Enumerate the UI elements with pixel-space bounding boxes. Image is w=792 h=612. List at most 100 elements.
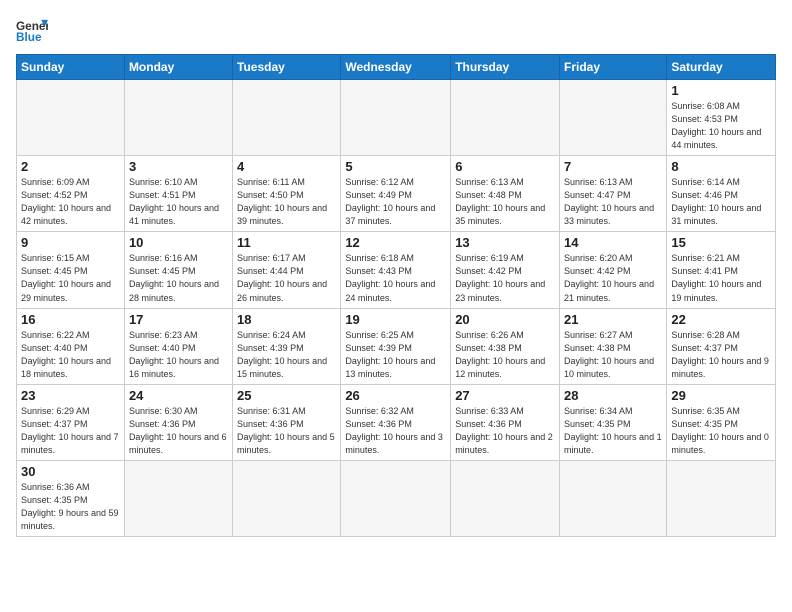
logo: General Blue xyxy=(16,16,52,44)
calendar-table: SundayMondayTuesdayWednesdayThursdayFrid… xyxy=(16,54,776,537)
weekday-header-sunday: Sunday xyxy=(17,55,125,80)
weekday-header-saturday: Saturday xyxy=(667,55,776,80)
svg-text:Blue: Blue xyxy=(16,31,42,44)
calendar-cell xyxy=(233,460,341,536)
day-info: Sunrise: 6:31 AM Sunset: 4:36 PM Dayligh… xyxy=(237,405,336,457)
day-number: 28 xyxy=(564,388,662,403)
day-info: Sunrise: 6:15 AM Sunset: 4:45 PM Dayligh… xyxy=(21,252,120,304)
day-info: Sunrise: 6:26 AM Sunset: 4:38 PM Dayligh… xyxy=(455,329,555,381)
calendar-cell xyxy=(560,460,667,536)
calendar-cell: 9 Sunrise: 6:15 AM Sunset: 4:45 PM Daylig… xyxy=(17,232,125,308)
calendar-cell: 8 Sunrise: 6:14 AM Sunset: 4:46 PM Daylig… xyxy=(667,156,776,232)
day-info: Sunrise: 6:17 AM Sunset: 4:44 PM Dayligh… xyxy=(237,252,336,304)
calendar-cell: 10 Sunrise: 6:16 AM Sunset: 4:45 PM Dayli… xyxy=(124,232,232,308)
weekday-header-wednesday: Wednesday xyxy=(341,55,451,80)
calendar-week-row: 2 Sunrise: 6:09 AM Sunset: 4:52 PM Daylig… xyxy=(17,156,776,232)
calendar-cell: 12Sunrise: 6:18 AM Sunset: 4:43 PM Dayli… xyxy=(341,232,451,308)
calendar-week-row: 9 Sunrise: 6:15 AM Sunset: 4:45 PM Daylig… xyxy=(17,232,776,308)
day-number: 3 xyxy=(129,159,228,174)
day-info: Sunrise: 6:25 AM Sunset: 4:39 PM Dayligh… xyxy=(345,329,446,381)
calendar-cell xyxy=(124,460,232,536)
day-info: Sunrise: 6:34 AM Sunset: 4:35 PM Dayligh… xyxy=(564,405,662,457)
calendar-cell: 11 Sunrise: 6:17 AM Sunset: 4:44 PM Dayli… xyxy=(233,232,341,308)
day-info: Sunrise: 6:16 AM Sunset: 4:45 PM Dayligh… xyxy=(129,252,228,304)
day-number: 23 xyxy=(21,388,120,403)
day-number: 27 xyxy=(455,388,555,403)
day-info: Sunrise: 6:13 AM Sunset: 4:47 PM Dayligh… xyxy=(564,176,662,228)
day-info: Sunrise: 6:19 AM Sunset: 4:42 PM Dayligh… xyxy=(455,252,555,304)
calendar-cell xyxy=(667,460,776,536)
calendar-cell xyxy=(17,80,125,156)
day-number: 16 xyxy=(21,312,120,327)
day-info: Sunrise: 6:21 AM Sunset: 4:41 PM Dayligh… xyxy=(671,252,771,304)
day-number: 1 xyxy=(671,83,771,98)
day-info: Sunrise: 6:30 AM Sunset: 4:36 PM Dayligh… xyxy=(129,405,228,457)
calendar-week-row: 1 Sunrise: 6:08 AM Sunset: 4:53 PM Daylig… xyxy=(17,80,776,156)
day-number: 15 xyxy=(671,235,771,250)
calendar-cell: 2 Sunrise: 6:09 AM Sunset: 4:52 PM Daylig… xyxy=(17,156,125,232)
day-number: 7 xyxy=(564,159,662,174)
weekday-header-tuesday: Tuesday xyxy=(233,55,341,80)
day-info: Sunrise: 6:14 AM Sunset: 4:46 PM Dayligh… xyxy=(671,176,771,228)
weekday-header-monday: Monday xyxy=(124,55,232,80)
calendar-cell: 16 Sunrise: 6:22 AM Sunset: 4:40 PM Dayli… xyxy=(17,308,125,384)
day-info: Sunrise: 6:36 AM Sunset: 4:35 PM Dayligh… xyxy=(21,481,120,533)
day-number: 17 xyxy=(129,312,228,327)
calendar-cell: 25 Sunrise: 6:31 AM Sunset: 4:36 PM Dayli… xyxy=(233,384,341,460)
day-number: 8 xyxy=(671,159,771,174)
weekday-header-friday: Friday xyxy=(560,55,667,80)
calendar-cell: 5 Sunrise: 6:12 AM Sunset: 4:49 PM Daylig… xyxy=(341,156,451,232)
calendar-cell: 30 Sunrise: 6:36 AM Sunset: 4:35 PM Dayli… xyxy=(17,460,125,536)
calendar-cell: 14Sunrise: 6:20 AM Sunset: 4:42 PM Dayli… xyxy=(560,232,667,308)
day-info: Sunrise: 6:29 AM Sunset: 4:37 PM Dayligh… xyxy=(21,405,120,457)
day-number: 30 xyxy=(21,464,120,479)
day-number: 19 xyxy=(345,312,446,327)
day-info: Sunrise: 6:11 AM Sunset: 4:50 PM Dayligh… xyxy=(237,176,336,228)
day-number: 22 xyxy=(671,312,771,327)
day-number: 14 xyxy=(564,235,662,250)
day-info: Sunrise: 6:35 AM Sunset: 4:35 PM Dayligh… xyxy=(671,405,771,457)
day-number: 10 xyxy=(129,235,228,250)
calendar-cell: 4 Sunrise: 6:11 AM Sunset: 4:50 PM Daylig… xyxy=(233,156,341,232)
calendar-cell: 19 Sunrise: 6:25 AM Sunset: 4:39 PM Dayli… xyxy=(341,308,451,384)
day-number: 2 xyxy=(21,159,120,174)
day-info: Sunrise: 6:08 AM Sunset: 4:53 PM Dayligh… xyxy=(671,100,771,152)
page: General Blue SundayMondayTuesdayWednesda… xyxy=(0,0,792,547)
day-info: Sunrise: 6:22 AM Sunset: 4:40 PM Dayligh… xyxy=(21,329,120,381)
day-number: 18 xyxy=(237,312,336,327)
day-number: 4 xyxy=(237,159,336,174)
day-info: Sunrise: 6:12 AM Sunset: 4:49 PM Dayligh… xyxy=(345,176,446,228)
calendar-week-row: 23 Sunrise: 6:29 AM Sunset: 4:37 PM Dayli… xyxy=(17,384,776,460)
calendar-cell xyxy=(124,80,232,156)
calendar-cell xyxy=(233,80,341,156)
calendar-cell: 24Sunrise: 6:30 AM Sunset: 4:36 PM Dayli… xyxy=(124,384,232,460)
day-number: 6 xyxy=(455,159,555,174)
calendar-cell xyxy=(451,80,560,156)
day-number: 26 xyxy=(345,388,446,403)
calendar-cell: 29Sunrise: 6:35 AM Sunset: 4:35 PM Dayli… xyxy=(667,384,776,460)
day-info: Sunrise: 6:33 AM Sunset: 4:36 PM Dayligh… xyxy=(455,405,555,457)
day-number: 9 xyxy=(21,235,120,250)
calendar-cell: 7 Sunrise: 6:13 AM Sunset: 4:47 PM Daylig… xyxy=(560,156,667,232)
calendar-cell: 13Sunrise: 6:19 AM Sunset: 4:42 PM Dayli… xyxy=(451,232,560,308)
calendar-cell: 23 Sunrise: 6:29 AM Sunset: 4:37 PM Dayli… xyxy=(17,384,125,460)
generalblue-icon: General Blue xyxy=(16,16,48,44)
calendar-cell: 27 Sunrise: 6:33 AM Sunset: 4:36 PM Dayli… xyxy=(451,384,560,460)
day-info: Sunrise: 6:13 AM Sunset: 4:48 PM Dayligh… xyxy=(455,176,555,228)
day-info: Sunrise: 6:24 AM Sunset: 4:39 PM Dayligh… xyxy=(237,329,336,381)
day-info: Sunrise: 6:27 AM Sunset: 4:38 PM Dayligh… xyxy=(564,329,662,381)
calendar-cell: 1 Sunrise: 6:08 AM Sunset: 4:53 PM Daylig… xyxy=(667,80,776,156)
day-info: Sunrise: 6:23 AM Sunset: 4:40 PM Dayligh… xyxy=(129,329,228,381)
calendar-cell: 3Sunrise: 6:10 AM Sunset: 4:51 PM Daylig… xyxy=(124,156,232,232)
calendar-week-row: 16 Sunrise: 6:22 AM Sunset: 4:40 PM Dayli… xyxy=(17,308,776,384)
calendar-cell xyxy=(341,80,451,156)
day-number: 11 xyxy=(237,235,336,250)
day-number: 21 xyxy=(564,312,662,327)
day-number: 5 xyxy=(345,159,446,174)
weekday-header-row: SundayMondayTuesdayWednesdayThursdayFrid… xyxy=(17,55,776,80)
calendar-cell: 17 Sunrise: 6:23 AM Sunset: 4:40 PM Dayli… xyxy=(124,308,232,384)
calendar-cell: 18 Sunrise: 6:24 AM Sunset: 4:39 PM Dayli… xyxy=(233,308,341,384)
day-info: Sunrise: 6:09 AM Sunset: 4:52 PM Dayligh… xyxy=(21,176,120,228)
day-number: 25 xyxy=(237,388,336,403)
calendar-cell: 21 Sunrise: 6:27 AM Sunset: 4:38 PM Dayli… xyxy=(560,308,667,384)
